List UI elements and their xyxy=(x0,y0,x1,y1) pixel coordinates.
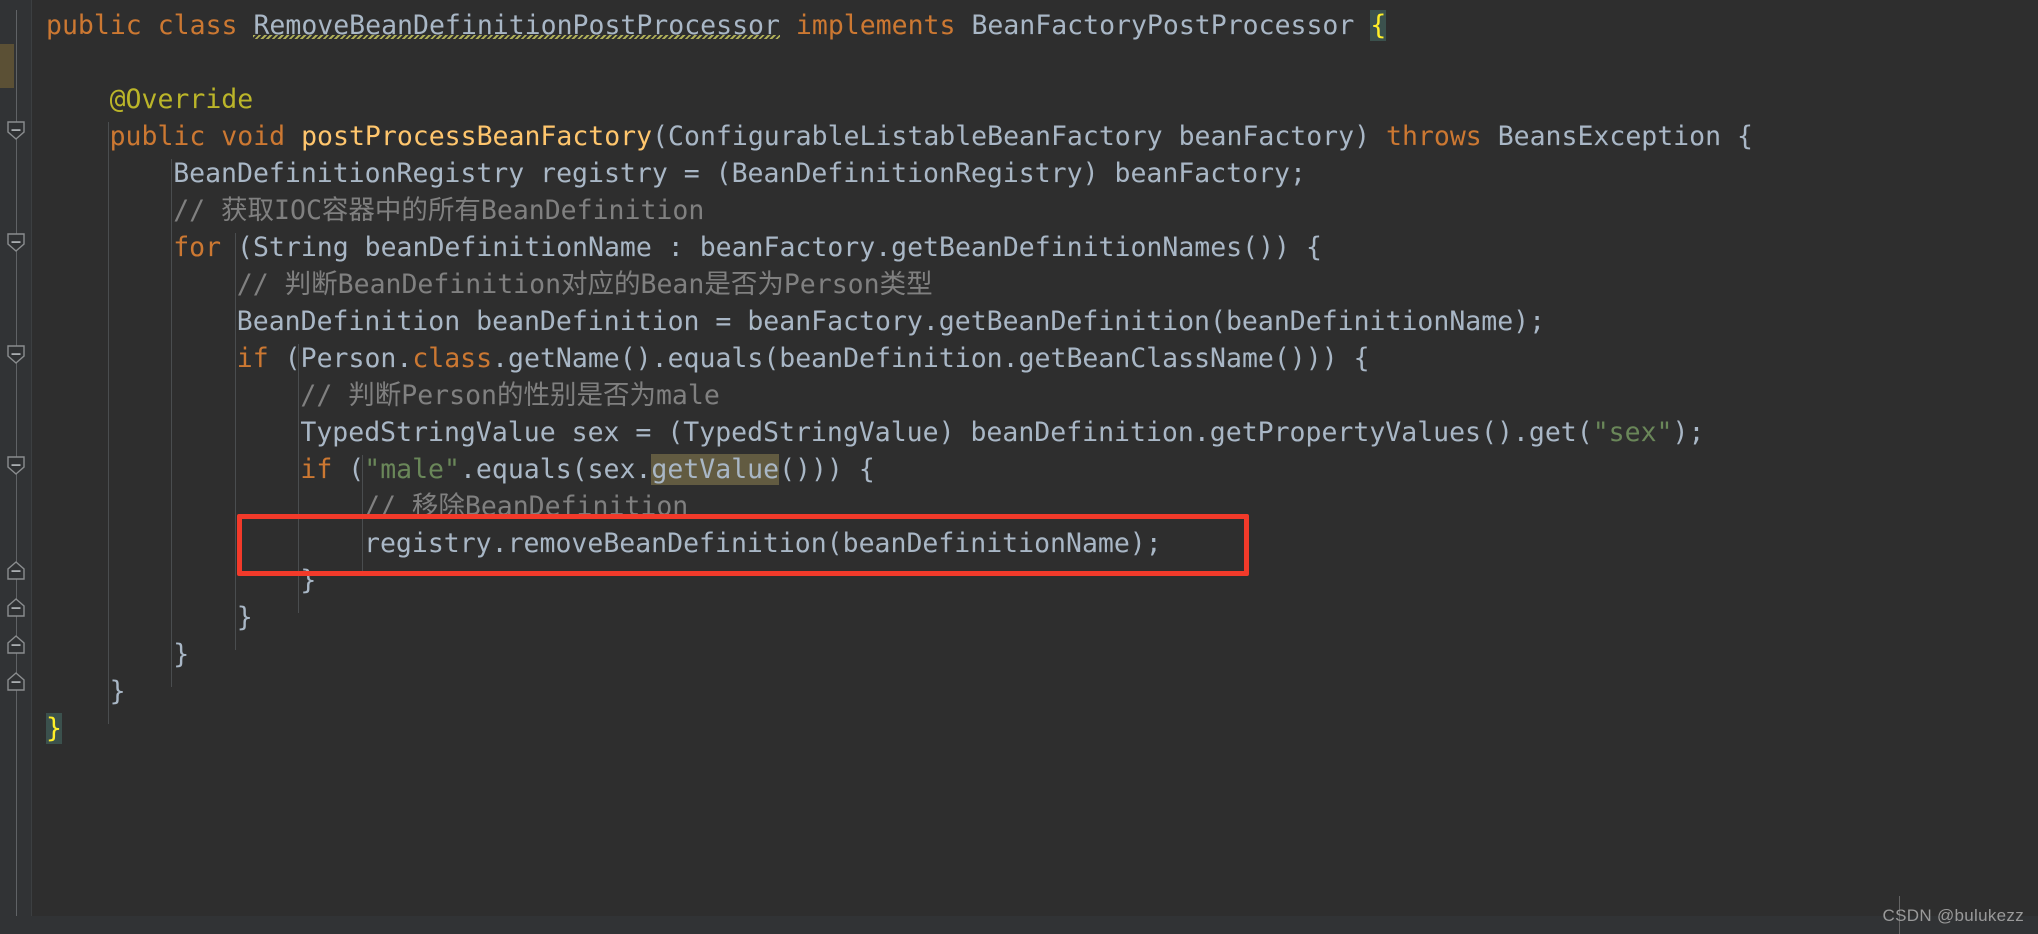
code-line[interactable]: if (Person.class.getName().equals(beanDe… xyxy=(237,340,1370,377)
code-token: // 判断BeanDefinition对应的Bean是否为Person类型 xyxy=(236,269,933,300)
code-line[interactable]: } xyxy=(110,673,126,710)
code-line[interactable]: // 判断Person的性别是否为male xyxy=(300,377,719,414)
fold-end-icon[interactable] xyxy=(6,635,26,655)
code-line[interactable]: // 移除BeanDefinition xyxy=(364,488,688,525)
fold-collapse-icon[interactable] xyxy=(6,120,26,140)
code-token: if xyxy=(300,454,333,485)
code-content-area[interactable]: public class RemoveBeanDefinitionPostPro… xyxy=(32,0,2038,934)
fold-collapse-icon[interactable] xyxy=(6,455,26,475)
code-token: (ConfigurableListableBeanFactory beanFac… xyxy=(652,121,1386,152)
code-line[interactable]: // 判断BeanDefinition对应的Bean是否为Person类型 xyxy=(237,266,933,303)
fold-collapse-icon[interactable] xyxy=(6,344,26,364)
code-line[interactable]: public void postProcessBeanFactory(Confi… xyxy=(110,118,1753,155)
code-token: TypedStringValue sex = (TypedStringValue… xyxy=(300,417,1593,448)
code-line[interactable]: } xyxy=(300,562,316,599)
code-token: BeanDefinition beanDefinition = beanFact… xyxy=(236,306,1546,337)
code-token: ); xyxy=(1672,417,1705,448)
gutter-change-marker[interactable] xyxy=(0,44,14,88)
code-token: implements xyxy=(795,10,956,41)
code-editor[interactable]: public class RemoveBeanDefinitionPostPro… xyxy=(0,0,2038,934)
code-token: "male" xyxy=(364,454,460,485)
code-line[interactable]: } xyxy=(173,636,189,673)
fold-collapse-icon[interactable] xyxy=(6,232,26,252)
code-line[interactable]: BeanDefinitionRegistry registry = (BeanD… xyxy=(173,155,1306,192)
code-line[interactable]: for (String beanDefinitionName : beanFac… xyxy=(173,229,1322,266)
code-token: } xyxy=(236,602,253,633)
code-token: .getName().equals(beanDefinition.getBean… xyxy=(492,343,1370,374)
code-token: // 判断Person的性别是否为male xyxy=(300,380,720,411)
code-token: } xyxy=(46,713,62,744)
indent-guide xyxy=(234,233,236,650)
code-line[interactable]: @Override xyxy=(110,81,254,118)
indent-guide xyxy=(107,122,109,724)
code-line[interactable]: TypedStringValue sex = (TypedStringValue… xyxy=(300,414,1704,451)
code-line[interactable]: BeanDefinition beanDefinition = beanFact… xyxy=(237,303,1545,340)
editor-gutter[interactable] xyxy=(0,0,32,934)
code-token: } xyxy=(300,565,317,596)
code-token: (Person. xyxy=(268,343,413,374)
code-token: BeanFactoryPostProcessor xyxy=(971,10,1355,41)
code-line[interactable]: public class RemoveBeanDefinitionPostPro… xyxy=(46,7,1387,44)
code-line[interactable]: if ("male".equals(sex.getValue())) { xyxy=(300,451,875,488)
fold-end-icon[interactable] xyxy=(6,672,26,692)
code-token: } xyxy=(173,639,190,670)
code-token: // 获取IOC容器中的所有BeanDefinition xyxy=(173,195,705,226)
fold-end-icon[interactable] xyxy=(6,561,26,581)
code-token: BeanDefinitionRegistry registry = (BeanD… xyxy=(173,158,1306,189)
code-token: class xyxy=(412,343,493,374)
code-token: throws xyxy=(1386,121,1482,152)
code-token: (String beanDefinitionName : beanFactory… xyxy=(221,232,1322,263)
code-token: RemoveBeanDefinitionPostProcessor xyxy=(253,10,780,41)
code-token: BeansException { xyxy=(1481,121,1753,152)
code-token: postProcessBeanFactory xyxy=(301,121,653,152)
code-token: void xyxy=(221,121,286,152)
code-token: if xyxy=(236,343,269,374)
code-token: getValue xyxy=(651,454,780,485)
code-token: // 移除BeanDefinition xyxy=(364,491,689,522)
code-token: public xyxy=(46,10,142,41)
code-token: "sex" xyxy=(1592,417,1673,448)
code-token: } xyxy=(109,676,126,707)
bottom-strip xyxy=(0,916,2038,934)
code-line[interactable]: registry.removeBeanDefinition(beanDefini… xyxy=(364,525,1162,562)
watermark-text: CSDN @bulukezz xyxy=(1882,906,2024,925)
code-token: public xyxy=(109,121,206,152)
code-token: @Override xyxy=(109,84,254,115)
code-token: for xyxy=(173,232,222,263)
fold-end-icon[interactable] xyxy=(6,598,26,618)
code-token: .equals(sex. xyxy=(459,454,652,485)
code-token: { xyxy=(1370,10,1387,41)
indent-guide xyxy=(298,344,300,613)
code-line[interactable]: } xyxy=(46,710,62,747)
code-token: ())) { xyxy=(779,454,875,485)
code-line[interactable]: // 获取IOC容器中的所有BeanDefinition xyxy=(173,192,704,229)
code-token: registry.removeBeanDefinition(beanDefini… xyxy=(364,528,1162,559)
code-line[interactable]: } xyxy=(237,599,253,636)
indent-guide xyxy=(171,159,173,687)
code-token: ( xyxy=(332,454,365,485)
code-token: class xyxy=(157,10,238,41)
